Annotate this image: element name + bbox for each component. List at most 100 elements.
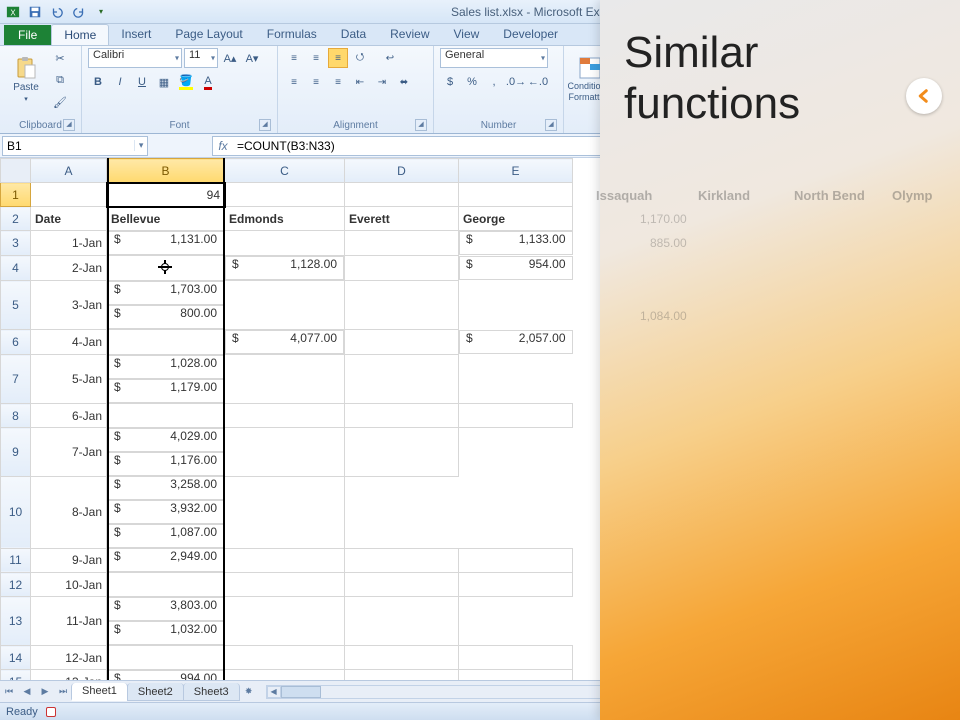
cell-A4[interactable]: 2-Jan xyxy=(31,256,107,281)
cell-D11[interactable] xyxy=(345,548,459,573)
cell-C10[interactable]: $3,932.00 xyxy=(107,500,224,524)
decrease-decimal-icon[interactable]: ←.0 xyxy=(528,72,548,92)
sheet-nav-first-icon[interactable]: ⏮ xyxy=(1,684,17,700)
fill-color-icon[interactable]: 🪣 xyxy=(176,72,196,92)
align-middle-icon[interactable]: ≡ xyxy=(306,48,326,68)
cell-C3[interactable] xyxy=(225,231,345,256)
cell-B5[interactable]: $1,703.00 xyxy=(107,281,224,305)
cell-B3[interactable]: $1,131.00 xyxy=(107,231,224,255)
cell-E15[interactable] xyxy=(459,670,573,681)
sheet-nav-prev-icon[interactable]: ◀ xyxy=(19,684,35,700)
cell-E11[interactable] xyxy=(459,548,573,573)
row-header-9[interactable]: 9 xyxy=(1,428,31,477)
overlay-back-button[interactable] xyxy=(906,78,942,114)
cell-A11[interactable]: 9-Jan xyxy=(31,548,107,573)
cell-E5[interactable] xyxy=(345,281,459,330)
cell-B11[interactable]: $2,949.00 xyxy=(107,548,224,572)
name-box-dropdown-icon[interactable]: ▾ xyxy=(134,140,147,151)
decrease-indent-icon[interactable]: ⇤ xyxy=(350,72,370,92)
sheet-nav-next-icon[interactable]: ▶ xyxy=(37,684,53,700)
select-all-corner[interactable] xyxy=(1,159,31,183)
column-header-D[interactable]: D xyxy=(345,159,459,183)
cell-B12[interactable] xyxy=(107,573,225,597)
cell-C8[interactable] xyxy=(225,404,345,428)
cell-E14[interactable] xyxy=(459,646,573,670)
increase-indent-icon[interactable]: ⇥ xyxy=(372,72,392,92)
cell-D5[interactable] xyxy=(225,281,345,330)
fx-icon[interactable]: fx xyxy=(213,139,233,153)
cell-C2[interactable]: Edmonds xyxy=(225,207,345,231)
cell-E12[interactable] xyxy=(459,573,573,597)
cell-C11[interactable] xyxy=(225,548,345,573)
file-tab[interactable]: File xyxy=(4,25,51,45)
cell-D7[interactable] xyxy=(225,355,345,404)
font-size-combo[interactable]: 11▾ xyxy=(184,48,218,68)
orientation-icon[interactable]: ⭯ xyxy=(350,48,370,68)
cell-B8[interactable] xyxy=(107,404,225,428)
cell-B10[interactable]: $3,258.00 xyxy=(107,476,224,500)
cell-E2[interactable]: George xyxy=(459,207,573,231)
cell-D10[interactable]: $1,087.00 xyxy=(107,524,224,548)
undo-icon[interactable] xyxy=(48,3,66,21)
row-header-5[interactable]: 5 xyxy=(1,281,31,330)
row-header-8[interactable]: 8 xyxy=(1,404,31,428)
cell-B1[interactable]: 94 xyxy=(107,183,225,207)
row-header-1[interactable]: 1 xyxy=(1,183,31,207)
number-launcher-icon[interactable]: ◢ xyxy=(545,119,557,131)
column-header-C[interactable]: C xyxy=(225,159,345,183)
sheet-tab-sheet2[interactable]: Sheet2 xyxy=(127,683,184,701)
cell-D1[interactable] xyxy=(345,183,459,207)
macro-record-icon[interactable] xyxy=(46,707,56,717)
increase-decimal-icon[interactable]: .0→ xyxy=(506,72,526,92)
number-format-combo[interactable]: General▾ xyxy=(440,48,548,68)
sheet-tab-sheet1[interactable]: Sheet1 xyxy=(71,683,128,701)
cell-E4[interactable]: $954.00 xyxy=(459,256,573,280)
cell-C12[interactable] xyxy=(225,573,345,597)
cell-B9[interactable]: $4,029.00 xyxy=(107,428,224,452)
qat-customize-icon[interactable]: ▾ xyxy=(92,3,110,21)
cell-A3[interactable]: 1-Jan xyxy=(31,231,107,256)
cell-B4[interactable] xyxy=(107,256,225,281)
align-right-icon[interactable]: ≡ xyxy=(328,72,348,92)
cell-A12[interactable]: 10-Jan xyxy=(31,573,107,597)
cell-A8[interactable]: 6-Jan xyxy=(31,404,107,428)
cut-icon[interactable]: ✂ xyxy=(50,48,70,68)
name-box-input[interactable] xyxy=(3,139,134,153)
shrink-font-icon[interactable]: A▾ xyxy=(242,48,262,68)
cell-E13[interactable] xyxy=(345,597,459,646)
cell-A9[interactable]: 7-Jan xyxy=(31,428,107,477)
sheet-tab-sheet3[interactable]: Sheet3 xyxy=(183,683,240,701)
row-header-7[interactable]: 7 xyxy=(1,355,31,404)
align-bottom-icon[interactable]: ≡ xyxy=(328,48,348,68)
cell-A15[interactable]: 13-Jan xyxy=(31,670,107,681)
row-header-2[interactable]: 2 xyxy=(1,207,31,231)
cell-A7[interactable]: 5-Jan xyxy=(31,355,107,404)
border-icon[interactable]: ▦ xyxy=(154,72,174,92)
cell-E9[interactable] xyxy=(345,428,459,477)
cell-D3[interactable] xyxy=(345,231,459,256)
ribbon-tab-formulas[interactable]: Formulas xyxy=(255,24,329,45)
cell-C9[interactable]: $1,176.00 xyxy=(107,452,224,476)
ribbon-tab-page-layout[interactable]: Page Layout xyxy=(163,24,254,45)
row-header-6[interactable]: 6 xyxy=(1,330,31,355)
cell-D14[interactable] xyxy=(345,646,459,670)
merge-center-icon[interactable]: ⬌ xyxy=(394,72,414,92)
cell-E8[interactable] xyxy=(459,404,573,428)
save-icon[interactable] xyxy=(26,3,44,21)
cell-D2[interactable]: Everett xyxy=(345,207,459,231)
row-header-11[interactable]: 11 xyxy=(1,548,31,573)
column-header-B[interactable]: B xyxy=(107,159,225,183)
cell-C4[interactable]: $1,128.00 xyxy=(225,256,344,280)
cell-A10[interactable]: 8-Jan xyxy=(31,476,107,548)
wrap-text-icon[interactable]: ↩ xyxy=(380,48,400,68)
row-header-15[interactable]: 15 xyxy=(1,670,31,681)
cell-C7[interactable]: $1,179.00 xyxy=(107,379,224,403)
cell-E1[interactable] xyxy=(459,183,573,207)
grow-font-icon[interactable]: A▴ xyxy=(220,48,240,68)
cell-E10[interactable] xyxy=(225,476,345,548)
cell-D13[interactable] xyxy=(225,597,345,646)
cell-E6[interactable]: $2,057.00 xyxy=(459,330,573,354)
cell-B15[interactable]: $994.00 xyxy=(107,670,224,680)
alignment-launcher-icon[interactable]: ◢ xyxy=(415,119,427,131)
accounting-format-icon[interactable]: $ xyxy=(440,72,460,92)
